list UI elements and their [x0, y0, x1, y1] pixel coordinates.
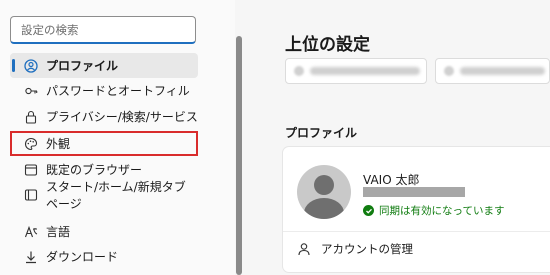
sidebar-item-label: 既定のブラウザー: [46, 163, 143, 177]
blurred-link-button[interactable]: [285, 58, 427, 84]
sidebar-item-downloads[interactable]: ダウンロード: [10, 244, 198, 269]
highlight-annotation-box: [10, 131, 198, 156]
sidebar-item-passwords[interactable]: パスワードとオートフィル: [10, 78, 198, 103]
active-indicator: [12, 59, 15, 72]
avatar-body: [304, 198, 344, 219]
search-box[interactable]: [10, 16, 196, 44]
sidebar-item-label: プライバシー/検索/サービス: [46, 110, 198, 124]
sidebar-item-privacy[interactable]: プライバシー/検索/サービス: [10, 104, 198, 129]
blurred-link-button[interactable]: [435, 58, 550, 84]
home-icon: [24, 188, 38, 202]
profile-card: VAIO 太郎 同期は有効になっています アカウントの管理: [283, 147, 550, 272]
sync-status-text: 同期は有効になっています: [379, 205, 505, 217]
main-content: 上位の設定 プロファイル VAIO 太郎 同期は有効になっています アカウントの…: [245, 0, 550, 275]
sidebar-item-start-home[interactable]: スタート/ホーム/新規タブ ページ: [10, 180, 198, 211]
redacted-email: [363, 187, 465, 197]
blurred-text: [310, 67, 420, 75]
sidebar-scrollbar[interactable]: [236, 36, 242, 275]
key-icon: [24, 84, 38, 98]
browser-icon: [24, 163, 38, 177]
settings-search-input[interactable]: [11, 17, 195, 42]
avatar[interactable]: [297, 165, 351, 219]
blurred-icon: [444, 66, 454, 76]
sidebar-item-label: 言語: [46, 225, 71, 239]
blurred-text: [460, 67, 545, 75]
sync-status: 同期は有効になっています: [363, 203, 504, 218]
sidebar-item-label: スタート/ホーム/新規タブ ページ: [46, 179, 186, 211]
sidebar-item-label: パスワードとオートフィル: [46, 84, 190, 98]
avatar-head: [314, 175, 334, 195]
person-icon: [297, 242, 311, 256]
download-icon: [24, 250, 38, 264]
page-title: 上位の設定: [285, 35, 370, 55]
profile-icon: [24, 58, 38, 73]
sidebar-item-languages[interactable]: 言語: [10, 219, 198, 244]
language-icon: [24, 225, 38, 239]
manage-account-label: アカウントの管理: [321, 242, 413, 256]
manage-account-link[interactable]: アカウントの管理: [297, 241, 413, 257]
checkmark-icon: [363, 205, 374, 216]
sidebar-item-label: ダウンロード: [46, 250, 119, 264]
divider: [283, 231, 550, 232]
section-label-profiles: プロファイル: [285, 126, 358, 140]
sidebar-item-label: プロファイル: [46, 59, 119, 73]
settings-sidebar: プロファイル パスワードとオートフィル プライバシー/検索/サービス 外観 既定…: [0, 0, 235, 275]
lock-icon: [24, 110, 38, 124]
profile-name: VAIO 太郎: [363, 173, 420, 187]
sidebar-item-profile[interactable]: プロファイル: [10, 53, 198, 78]
blurred-icon: [294, 66, 304, 76]
